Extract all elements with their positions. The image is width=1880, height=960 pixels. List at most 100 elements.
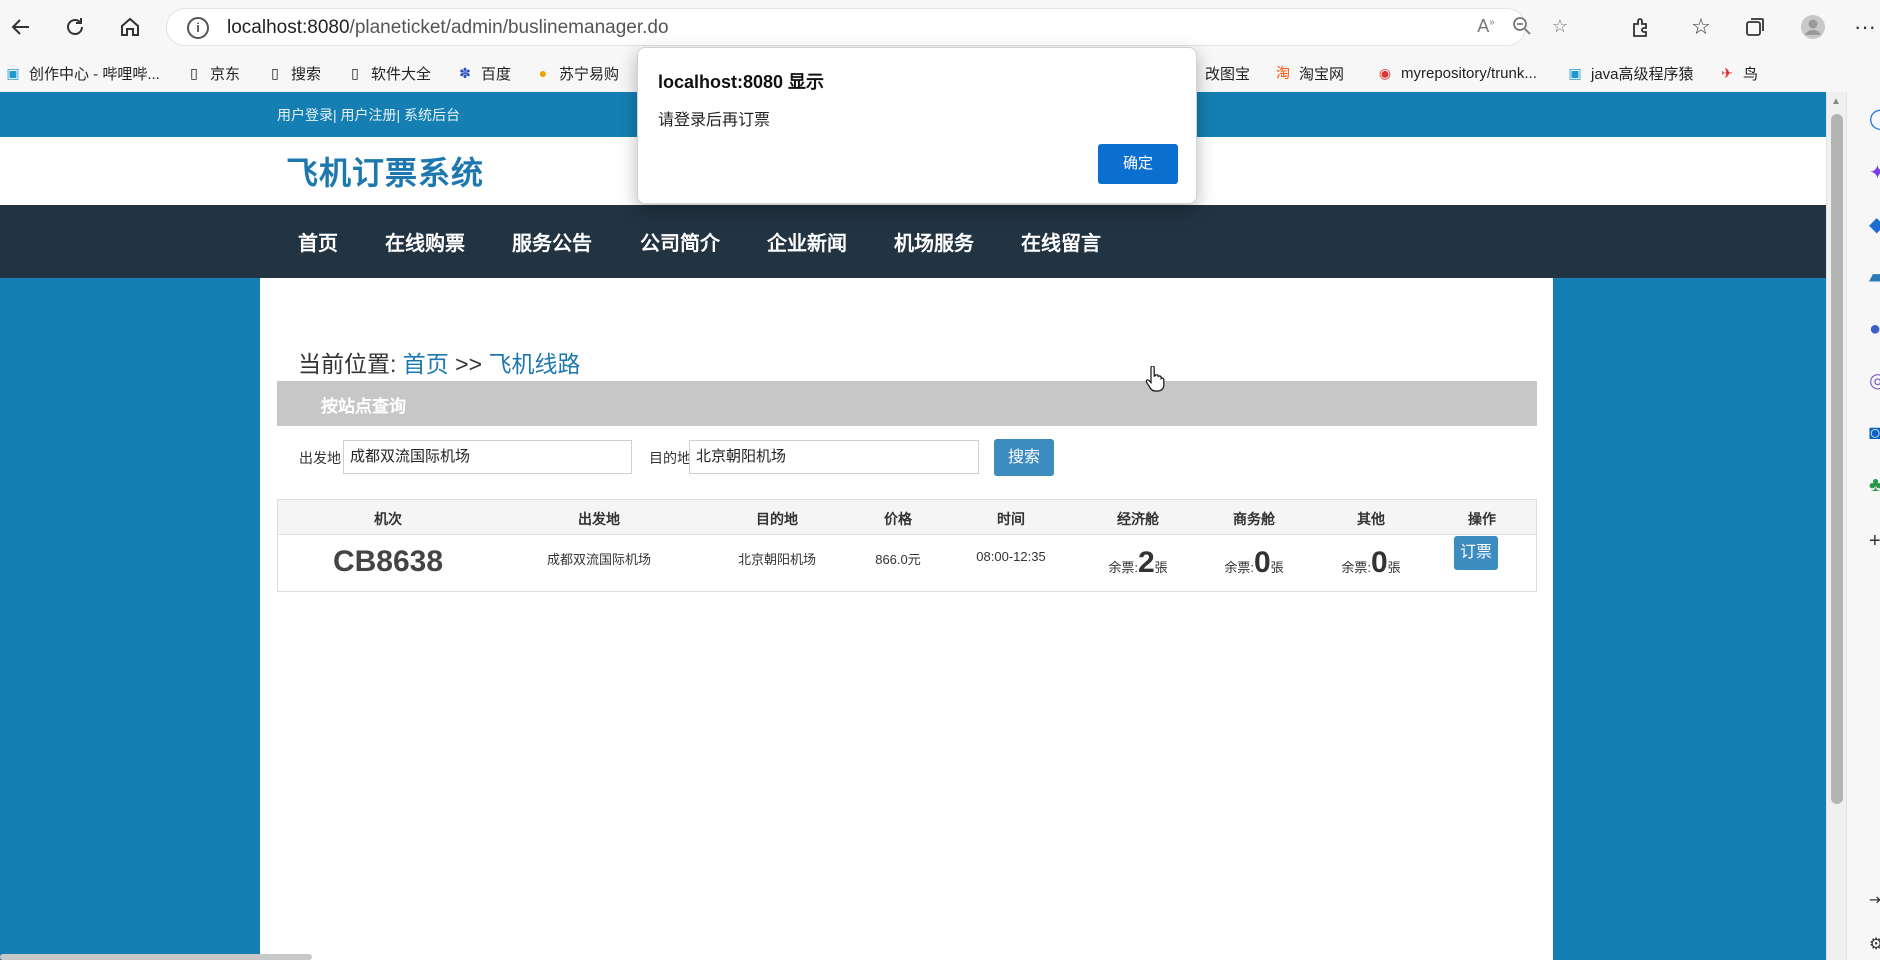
bookmark-label: myrepository/trunk... (1401, 64, 1537, 82)
bookmark-item[interactable]: ▯ 京东 (185, 54, 240, 92)
remain-unit: 張 (1154, 560, 1168, 575)
taobao-icon: 淘 (1276, 65, 1290, 81)
bookmark-item[interactable]: ▣ 创作中心 - 哔哩哔... (4, 54, 159, 92)
flights-table: 机次 出发地 目的地 价格 时间 经济舱 商务舱 其他 操作 CB8638 成都… (277, 499, 1537, 592)
site-info-icon[interactable]: i (187, 17, 209, 39)
page-icon: ▯ (190, 64, 198, 81)
bookmark-item[interactable]: ✈ 鸟 (1718, 54, 1758, 92)
zoom-out-icon[interactable] (1509, 16, 1535, 40)
query-title-bar: 按站点查询 (277, 381, 1537, 426)
people-icon[interactable]: ● (1869, 316, 1880, 342)
page-icon: ▯ (351, 64, 359, 81)
site-logo[interactable]: 飞机订票系统 (286, 148, 484, 194)
url-path: /planeticket/admin/buslinemanager.do (349, 17, 669, 38)
col-other: 其他 (1357, 511, 1385, 527)
bookmark-label: java高级程序猿 (1591, 65, 1694, 83)
bookmark-item[interactable]: ▯ 软件大全 (346, 54, 431, 92)
add-favorite-icon[interactable]: ☆ (1547, 16, 1573, 40)
add-icon[interactable]: + (1869, 528, 1880, 554)
to-input[interactable]: 北京朝阳机场 (689, 440, 979, 474)
query-title: 按站点查询 (321, 397, 406, 416)
other-seats: 余票:0張 (1341, 546, 1400, 580)
shopping-icon[interactable]: ▰ (1869, 264, 1880, 290)
flight-from: 成都双流国际机场 (546, 552, 652, 567)
from-label: 出发地 (299, 450, 341, 466)
breadcrumb-current[interactable]: 飞机线路 (488, 351, 580, 377)
exit-icon[interactable]: ⇥ (1869, 888, 1880, 914)
extensions-icon[interactable] (1626, 12, 1656, 42)
dialog-ok-button[interactable]: 确定 (1098, 144, 1178, 184)
bookmark-item[interactable]: ▯ 搜索 (266, 54, 321, 92)
bookmark-item[interactable]: 淘淘宝网 (1274, 54, 1344, 92)
scrollbar-thumb[interactable] (1831, 114, 1843, 804)
remain-prefix: 余票: (1341, 560, 1371, 575)
outlook-icon[interactable]: ◙ (1869, 420, 1880, 446)
address-bar[interactable]: i localhost:8080/planeticket/admin/busli… (166, 8, 1568, 46)
office-icon[interactable]: ◎ (1869, 368, 1880, 394)
web-page: 用户登录| 用户注册| 系统后台 飞机订票系统 首页 在线购票 服务公告 公司简… (0, 92, 1826, 960)
breadcrumb: 当前位置: 首页 >> 飞机线路 (298, 345, 580, 379)
col-economy: 经济舱 (1117, 511, 1159, 527)
bookmark-item[interactable]: ◉ myrepository/trunk... (1376, 54, 1537, 92)
tools-icon[interactable]: ◆ (1869, 212, 1880, 238)
other-count: 0 (1370, 546, 1388, 579)
bookmark-label: 淘宝网 (1299, 65, 1345, 83)
remain-prefix: 余票: (1108, 560, 1138, 575)
baidu-icon: ✽ (459, 64, 471, 81)
scroll-up-arrow-icon[interactable]: ▲ (1831, 96, 1841, 107)
breadcrumb-prefix: 当前位置: (298, 351, 397, 377)
vertical-scrollbar[interactable]: ▲ (1826, 92, 1846, 960)
dialog-title: localhost:8080 显示 (658, 72, 825, 92)
url-text[interactable]: localhost:8080/planeticket/admin/busline… (227, 17, 669, 39)
copilot-icon[interactable]: ✦ (1869, 160, 1880, 186)
bookmark-label: 软件大全 (371, 65, 432, 83)
col-flight: 机次 (374, 511, 402, 527)
business-count: 0 (1253, 546, 1271, 579)
bookmark-item[interactable]: ✽ 百度 (456, 54, 511, 92)
home-icon[interactable] (115, 12, 145, 42)
browser-toolbar: i localhost:8080/planeticket/admin/busli… (0, 0, 1880, 54)
profile-avatar-icon[interactable] (1798, 12, 1828, 42)
from-input[interactable]: 成都双流国际机场 (343, 440, 632, 474)
nav-online-booking[interactable]: 在线购票 (385, 227, 465, 256)
nav-company-news[interactable]: 企业新闻 (767, 227, 847, 256)
settings-icon[interactable]: ⚙ (1869, 932, 1880, 958)
read-aloud-icon[interactable]: A​» (1473, 16, 1499, 40)
main-nav: 首页 在线购票 服务公告 公司简介 企业新闻 机场服务 在线留言 (0, 205, 1826, 278)
top-links[interactable]: 用户登录| 用户注册| 系统后台 (277, 105, 460, 125)
book-ticket-button[interactable]: 订票 (1454, 536, 1498, 570)
nav-home[interactable]: 首页 (298, 227, 338, 256)
horizontal-scrollbar-thumb[interactable] (0, 954, 312, 960)
refresh-icon[interactable] (60, 12, 90, 42)
bookmark-item[interactable]: ▣ java高级程序猿 (1566, 54, 1694, 92)
bilibili-icon: ▣ (1568, 64, 1582, 81)
tree-icon[interactable]: ♣ (1869, 472, 1880, 498)
search-button[interactable]: 搜索 (994, 439, 1054, 476)
nav-announcements[interactable]: 服务公告 (512, 227, 592, 256)
favorites-icon[interactable]: ☆ (1686, 12, 1716, 42)
dialog-message: 请登录后再订票 (658, 112, 771, 129)
suning-icon: ● (538, 65, 548, 81)
nav-airport-services[interactable]: 机场服务 (894, 227, 974, 256)
search-icon[interactable]: ◯ (1869, 106, 1880, 132)
table-header: 机次 出发地 目的地 价格 时间 经济舱 商务舱 其他 操作 (278, 500, 1536, 535)
col-from: 出发地 (578, 511, 620, 527)
nav-messages[interactable]: 在线留言 (1021, 227, 1101, 256)
bilibili-icon: ▣ (6, 64, 20, 81)
breadcrumb-home[interactable]: 首页 (403, 351, 449, 377)
col-action: 操作 (1468, 511, 1496, 527)
bookmark-item[interactable]: ● 苏宁易购 (534, 54, 619, 92)
flight-time: 08:00-12:35 (976, 549, 1046, 564)
col-business: 商务舱 (1233, 511, 1275, 527)
economy-seats: 余票:2張 (1108, 546, 1167, 580)
flight-number: CB8638 (332, 545, 444, 578)
col-to: 目的地 (756, 511, 798, 527)
nav-company-profile[interactable]: 公司简介 (640, 227, 720, 256)
bookmark-label: 搜索 (291, 65, 322, 83)
more-menu-icon[interactable]: ··· (1850, 12, 1880, 42)
collections-icon[interactable] (1740, 12, 1770, 42)
to-label: 目的地 (649, 450, 691, 466)
flight-price: 866.0元 (875, 552, 921, 567)
col-price: 价格 (884, 511, 912, 527)
back-arrow-icon[interactable] (6, 12, 36, 42)
